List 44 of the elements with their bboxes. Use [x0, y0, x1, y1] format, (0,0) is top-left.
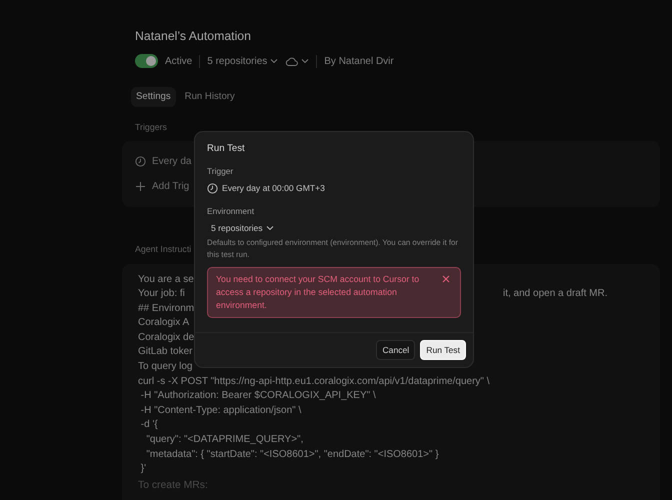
environment-dropdown[interactable]: 5 repositories [211, 222, 274, 234]
instruction-line: }' [140, 462, 146, 476]
section-heading: Triggers [135, 121, 168, 134]
instruction-line: Your job: fi [138, 287, 185, 302]
active-toggle[interactable] [135, 54, 158, 68]
cancel-button[interactable]: Cancel [376, 340, 416, 360]
field-label: Trigger [207, 165, 234, 178]
instruction-line: ## Environm [138, 302, 194, 316]
cloud-dropdown[interactable] [285, 56, 310, 66]
chevron-icon [266, 224, 274, 232]
instruction-line: -H "Authorization: Bearer $CORALOGIX_API_KEY" \ [140, 389, 376, 404]
instruction-line: it, and open a draft MR. [503, 287, 608, 302]
tab[interactable]: Run History [180, 86, 240, 108]
instruction-line: "metadata": { "startDate": "<ISO8601>", "endDate": "<ISO8601>" } [145, 448, 439, 462]
tab[interactable]: Settings [131, 86, 176, 108]
clock-icon [207, 182, 218, 194]
instruction-line: Coralogix de [138, 330, 194, 345]
instruction-line: You are a se [138, 272, 194, 287]
status-label: Active [165, 54, 192, 69]
close-icon [442, 275, 450, 284]
section-heading: Agent Instructi [135, 243, 192, 256]
instruction-line: GitLab toker [138, 345, 192, 360]
instruction-line: -H "Content-Type: application/json" \ [140, 404, 302, 418]
page-title: Natanel’s Automation [135, 29, 252, 44]
cloud-icon [285, 56, 298, 66]
instruction-line: curl -s -X POST "https://ng-api-http.eu1.coralogix.com/api/v1/dataprime/query" \ [138, 374, 490, 389]
clock-icon [135, 156, 146, 168]
chevron-icon [301, 57, 310, 66]
dialog-title: Run Test [207, 142, 246, 156]
chevron-icon [270, 57, 278, 66]
field-label: Environment [207, 204, 256, 218]
plus-icon [135, 181, 146, 192]
instruction-line: To create MRs: [138, 478, 209, 493]
instruction-line: Coralogix A [138, 316, 190, 330]
run-test-button[interactable]: Run Test [420, 340, 466, 360]
alert-message: You need to connect your SCM account to Cursor to access a repository in the selected automation environment. [216, 273, 420, 312]
instruction-line: "query": "<DATAPRIME_QUERY>", [145, 433, 304, 448]
trigger-value: Every day at 00:00 GMT+3 [222, 182, 325, 195]
instruction-line: -d '{ [140, 418, 158, 432]
instruction-line: To query log [138, 360, 192, 374]
add-trigger-link[interactable]: Add Trig [152, 179, 190, 194]
trigger-item[interactable]: Every da [152, 154, 192, 170]
author-label: By Natanel Dvir [324, 54, 394, 69]
repositories-dropdown[interactable]: 5 repositories [207, 54, 278, 69]
